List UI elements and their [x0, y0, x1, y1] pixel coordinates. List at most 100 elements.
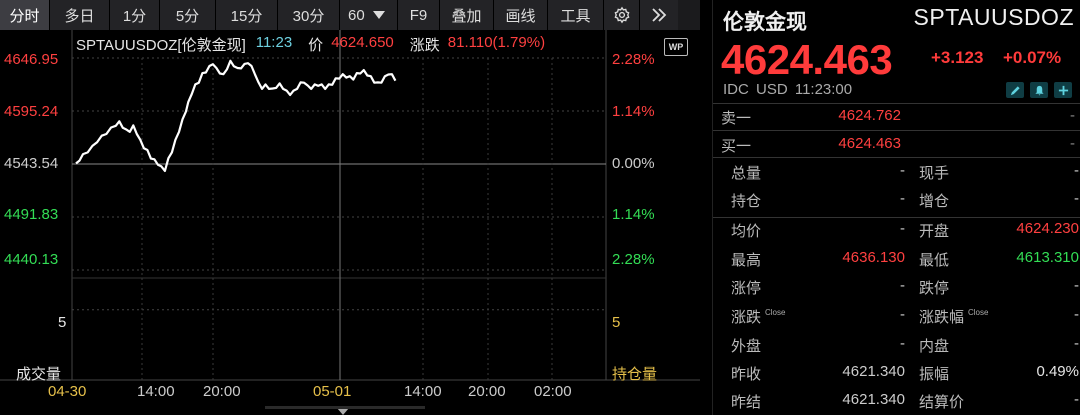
bid-size: -: [1070, 135, 1075, 152]
plus-icon[interactable]: [1054, 82, 1072, 98]
quote-panel: 伦敦金现 SPTAUUSDOZ 4624.463 +3.123 +0.07% I…: [712, 0, 1080, 415]
tab-60min-label: 60: [348, 6, 365, 24]
period-toolbar: 分时 多日 1分 5分 15分 30分 60 F9 叠加 画线 工具: [0, 0, 700, 30]
pct-axis-label: 1.14%: [612, 103, 655, 120]
chart-header: SPTAUUSDOZ[伦敦金现] 11:23 价 4624.650 涨跌 81.…: [76, 34, 545, 55]
gear-icon: [614, 6, 629, 24]
scroll-caret-icon: [337, 408, 349, 415]
stat-value: -: [900, 306, 905, 323]
stat-value: 4621.340: [842, 391, 905, 408]
price-series-line: [75, 59, 397, 172]
quote-meta: IDC USD 11:23:00: [723, 81, 853, 98]
chart-change-value: 81.110(1.79%): [447, 34, 546, 51]
settings-button[interactable]: [604, 0, 640, 30]
stat-label: 现手: [919, 165, 950, 182]
stat-value: -: [900, 277, 905, 294]
last-price: 4624.463: [721, 36, 893, 83]
open-interest-label: 持仓量: [612, 366, 658, 383]
pct-axis-label: 2.28%: [612, 51, 655, 68]
ask-label: 卖一: [721, 110, 752, 127]
chart-price-label: 价: [308, 37, 324, 54]
tab-1min[interactable]: 1分: [110, 0, 160, 30]
stat-row: 均价 - 开盘 4624.230: [713, 220, 1080, 248]
divider: [713, 103, 1080, 104]
volume-axis-right: 5: [612, 314, 621, 331]
stat-row: 昨收 4621.340 振幅 0.49%: [713, 363, 1080, 391]
double-chevron-right-icon: [652, 8, 667, 22]
price-axis-label: 4595.24: [4, 103, 59, 120]
stat-row: 持仓 - 增仓 -: [713, 190, 1080, 218]
stat-label: 振幅: [919, 366, 950, 383]
tab-intraday[interactable]: 分时: [0, 0, 50, 30]
bid-row[interactable]: 买一 4624.463 -: [713, 135, 1080, 157]
chart-price-value: 4624.650: [331, 34, 394, 51]
volume-label: 成交量: [16, 366, 62, 383]
stat-row: 总量 - 现手 -: [713, 162, 1080, 190]
pct-axis-label: 1.14%: [612, 206, 655, 223]
stat-label: 持仓: [731, 193, 762, 210]
wp-badge-icon[interactable]: WP: [664, 38, 688, 56]
pct-axis-label: 0.00%: [612, 155, 655, 172]
stat-label: 昨结: [731, 394, 762, 411]
draw-line-button[interactable]: 画线: [494, 0, 548, 30]
stat-label-suffix: Close: [765, 308, 786, 317]
price-axis-label: 4543.54: [4, 155, 59, 172]
f9-button[interactable]: F9: [398, 0, 440, 30]
quote-action-icons: [1006, 82, 1072, 98]
tab-30min[interactable]: 30分: [278, 0, 340, 30]
divider: [713, 130, 1080, 131]
time-axis-label: 20:00: [203, 383, 241, 400]
stat-label: 外盘: [731, 338, 762, 355]
time-axis-label: 05-01: [313, 383, 352, 400]
stat-value: 4621.340: [842, 363, 905, 380]
stat-label: 结算价: [919, 394, 965, 411]
stat-label: 开盘: [919, 223, 950, 240]
tools-button[interactable]: 工具: [548, 0, 604, 30]
stat-row: 涨跌 Close - 涨跌幅 Close -: [713, 306, 1080, 334]
stat-label: 总量: [731, 165, 762, 182]
time-axis-label: 14:00: [137, 383, 175, 400]
stat-value: -: [1074, 391, 1079, 408]
ask-row[interactable]: 卖一 4624.762 -: [713, 107, 1080, 129]
stat-value: -: [900, 190, 905, 207]
tab-60min-dropdown[interactable]: 60: [340, 0, 398, 30]
stat-row: 昨结 4621.340 结算价 -: [713, 391, 1080, 415]
time-axis-label: 02:00: [534, 383, 572, 400]
pencil-icon[interactable]: [1006, 82, 1024, 98]
instrument-code: SPTAUUSDOZ: [913, 4, 1074, 30]
expand-button[interactable]: [640, 0, 678, 30]
stat-label: 最低: [919, 252, 950, 269]
price-axis-label: 4491.83: [4, 206, 59, 223]
price-axis-label: 4646.95: [4, 51, 59, 68]
instrument-name: 伦敦金现: [723, 11, 807, 34]
overlay-button[interactable]: 叠加: [440, 0, 494, 30]
volume-axis-left: 5: [58, 314, 67, 331]
intraday-chart: SPTAUUSDOZ[伦敦金现] 11:23 价 4624.650 涨跌 81.…: [0, 30, 700, 415]
bid-price: 4624.463: [838, 135, 901, 152]
price-axis-label: 4440.13: [4, 251, 59, 268]
stat-label: 最高: [731, 252, 762, 269]
stat-value: -: [900, 220, 905, 237]
price-change: +3.123: [931, 48, 984, 67]
stat-value: -: [1074, 335, 1079, 352]
stat-label-suffix: Close: [968, 308, 989, 317]
chart-code-name: SPTAUUSDOZ[伦敦金现]: [76, 37, 246, 54]
pct-axis-label: 2.28%: [612, 251, 655, 268]
time-axis-label: 14:00: [404, 383, 442, 400]
scrollbar-track: [265, 406, 425, 409]
caret-down-icon: [372, 11, 385, 19]
stat-label: 涨停: [731, 280, 762, 297]
bell-icon[interactable]: [1030, 82, 1048, 98]
tab-multi-day[interactable]: 多日: [50, 0, 110, 30]
stat-label: 涨跌: [731, 309, 762, 326]
price-line-chart[interactable]: [0, 30, 700, 415]
stat-value: 0.49%: [1036, 363, 1079, 380]
tab-15min[interactable]: 15分: [216, 0, 278, 30]
stat-value: 4636.130: [842, 249, 905, 266]
stat-value: -: [1074, 306, 1079, 323]
stat-value: 4613.310: [1016, 249, 1079, 266]
ask-price: 4624.762: [838, 107, 901, 124]
tab-5min[interactable]: 5分: [160, 0, 216, 30]
bid-label: 买一: [721, 138, 752, 155]
stat-label: 跌停: [919, 280, 950, 297]
